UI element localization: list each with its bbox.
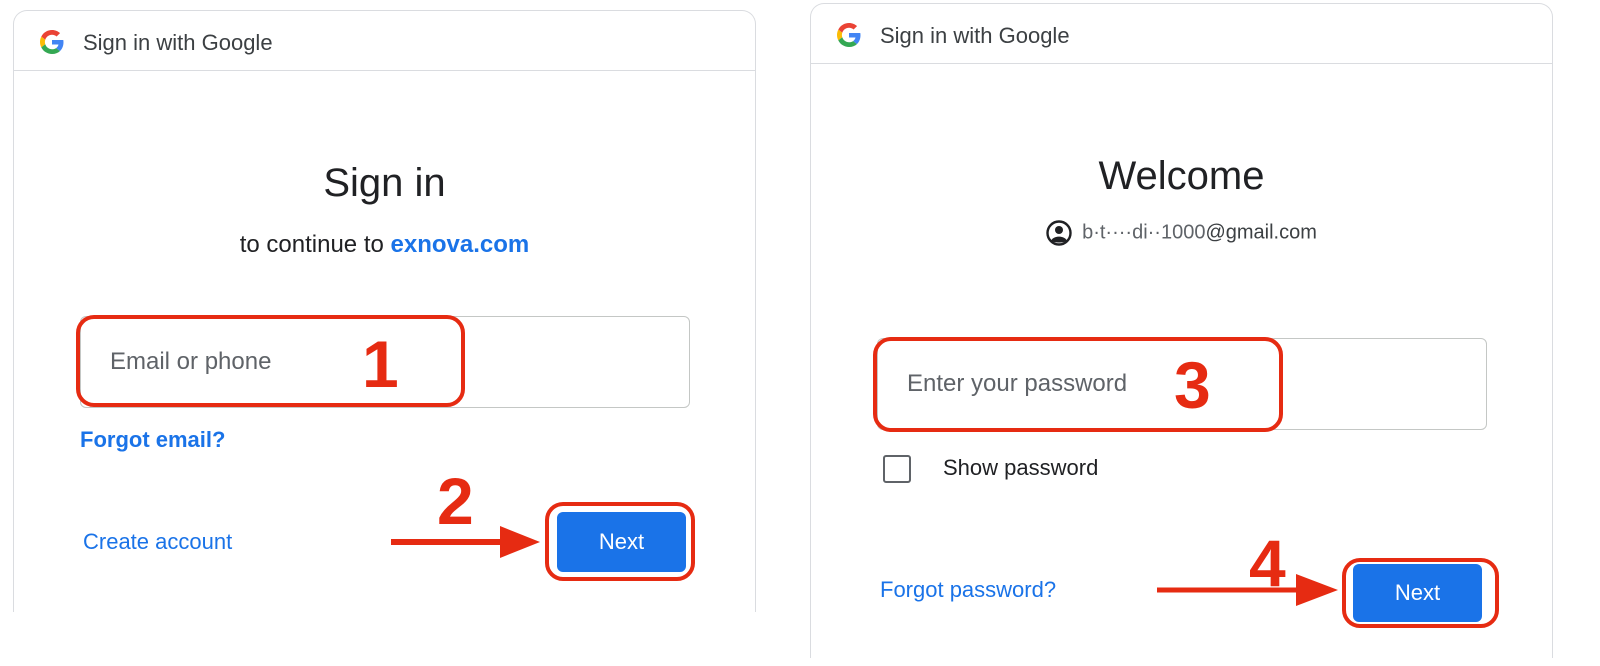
page-title: Sign in: [323, 161, 446, 205]
header-title: Sign in with Google: [880, 23, 1070, 48]
next-button[interactable]: Next: [1353, 564, 1482, 622]
page-subtitle: to continue to exnova.com: [14, 231, 755, 259]
show-password-label[interactable]: Show password: [943, 455, 1098, 481]
sign-in-panel: Sign in with Google Sign in to continue …: [13, 10, 756, 612]
account-email-domain: @gmail.com: [1205, 221, 1317, 244]
account-chip[interactable]: b·t····di··1000@gmail.com: [811, 220, 1552, 246]
arrow-right-icon: [1157, 574, 1338, 606]
panel-header: Sign in with Google: [14, 11, 755, 71]
next-button[interactable]: Next: [557, 512, 686, 572]
google-logo-icon: [837, 23, 861, 47]
page-title: Welcome: [1098, 154, 1265, 198]
account-circle-icon: [1046, 220, 1072, 246]
forgot-email-link[interactable]: Forgot email?: [80, 427, 225, 453]
password-panel: Sign in with Google Welcome b·t····di··1…: [810, 3, 1553, 658]
account-email-masked: b·t····di··1000: [1082, 221, 1206, 244]
panel-header: Sign in with Google: [811, 4, 1552, 64]
header-title: Sign in with Google: [83, 30, 273, 55]
forgot-password-link[interactable]: Forgot password?: [880, 577, 1056, 603]
google-logo-icon: [40, 30, 64, 54]
annotation-number-1: 1: [362, 327, 399, 401]
create-account-link[interactable]: Create account: [83, 529, 232, 555]
show-password-checkbox[interactable]: [883, 455, 911, 483]
annotation-number-3: 3: [1174, 348, 1211, 422]
subtitle-text: to continue to: [239, 231, 384, 258]
arrow-right-icon: [391, 526, 540, 558]
site-link[interactable]: exnova.com: [391, 231, 530, 258]
